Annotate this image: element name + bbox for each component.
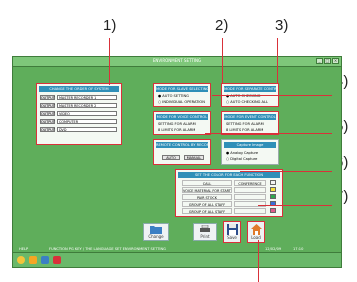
start-icon[interactable] — [17, 256, 25, 264]
event-control-panel: MODE FOR EVENT CONTROL SETTING FOR ALARM… — [221, 111, 279, 135]
color-row-value-4 — [234, 201, 266, 207]
app2-taskbar-icon[interactable] — [53, 256, 61, 264]
separate-option-2-label: AUTO CHECKING ALL — [230, 100, 269, 104]
color-row-value-3 — [234, 194, 266, 200]
callout-line-6 — [240, 171, 332, 172]
color-swatch-1[interactable] — [270, 180, 276, 185]
slave-option-individual[interactable]: ○ INDIVIDUAL OPERATION — [158, 99, 205, 105]
order-select-5[interactable]: DVD — [57, 127, 117, 132]
callout-line-2 — [222, 38, 223, 83]
slave-option-individual-label: INDIVIDUAL OPERATION — [162, 100, 205, 104]
change-button[interactable]: Change — [143, 223, 169, 241]
color-row-label-1: CALL — [182, 180, 232, 186]
color-row-label-5: GROUP OF ALL STAFF — [182, 208, 232, 214]
color-panel-header: SET THE COLOR FOR EACH FUNCTION — [178, 172, 280, 178]
slave-option-auto-label: AUTO SETTING — [162, 94, 189, 98]
function-color-panel: SET THE COLOR FOR EACH FUNCTION CALL CON… — [175, 169, 283, 217]
slave-panel-header: MODE FOR SLAVE SELECTING — [156, 86, 208, 92]
callout-line-4 — [212, 95, 332, 96]
output-button-1[interactable]: OUTPUT — [40, 95, 55, 100]
slave-selecting-panel: MODE FOR SLAVE SELECTING ● AUTO SETTING … — [153, 83, 211, 107]
color-row-value-5 — [234, 208, 266, 214]
minimize-button[interactable]: _ — [316, 58, 323, 64]
output-button-3[interactable]: OUTPUT — [40, 111, 55, 116]
save-button-label: Save — [227, 235, 237, 240]
event-panel-header: MODE FOR EVENT CONTROL — [224, 114, 276, 120]
save-button[interactable]: Save — [223, 221, 241, 243]
capture-analog-label: Analog Capture — [230, 151, 259, 155]
printer-icon — [200, 225, 210, 232]
load-button-label: Load — [251, 235, 261, 240]
capture-digital-label: Digital Capture — [230, 157, 258, 161]
order-select-3[interactable]: VIDEO — [57, 111, 117, 116]
color-row-value-1: CONFERENCE — [234, 180, 266, 186]
callout-line-3 — [277, 38, 278, 83]
order-select-2[interactable]: MASTER RECORDER 2 — [57, 103, 117, 108]
remote-manual-button[interactable]: MANUAL — [184, 155, 204, 160]
color-swatch-3[interactable] — [270, 194, 276, 199]
callout-line-7-vertical — [258, 240, 259, 282]
maximize-button[interactable]: □ — [324, 58, 331, 64]
color-swatch-5[interactable] — [270, 208, 276, 213]
callout-line-1 — [109, 38, 110, 85]
floppy-disk-icon — [226, 224, 238, 235]
color-row-label-2: VOICE MATERIAL FOR STARTING — [182, 187, 232, 193]
environment-settings-window: ENVIRONMENT SETTING _ □ × CHANGE THE ORD… — [12, 56, 342, 268]
remote-control-panel: REMOTE CONTROL BY RECORDER AUTO MANUAL — [153, 139, 211, 165]
print-button-label: Print — [200, 234, 210, 239]
callout-line-5 — [205, 133, 332, 134]
order-select-1[interactable]: MASTER RECORDER 1 — [57, 95, 117, 100]
change-button-label: Change — [148, 234, 164, 239]
app-taskbar-icon[interactable] — [41, 256, 49, 264]
close-button[interactable]: × — [332, 58, 339, 64]
window-title: ENVIRONMENT SETTING — [152, 58, 202, 63]
color-row-value-2 — [234, 187, 266, 193]
order-select-4[interactable]: COMPUTER — [57, 119, 117, 124]
print-button[interactable]: Print — [193, 223, 217, 241]
color-row-label-3: PAIR STOCK — [182, 194, 232, 200]
capture-header: Capture Image — [224, 142, 276, 148]
folder-taskbar-icon[interactable] — [29, 256, 37, 264]
voice-line-2: 8 LIMITS FOR ALARM — [158, 128, 196, 132]
order-of-system-panel: CHANGE THE ORDER OF SYSTEM OUTPUT MASTER… — [36, 83, 122, 145]
output-button-5[interactable]: OUTPUT — [40, 127, 55, 132]
capture-option-digital[interactable]: ○ Digital Capture — [226, 156, 257, 162]
color-swatch-2[interactable] — [270, 187, 276, 192]
output-button-4[interactable]: OUTPUT — [40, 119, 55, 124]
load-button[interactable]: Load — [247, 221, 265, 243]
color-row-label-4: GROUP OF ALL STAFF — [182, 201, 232, 207]
remote-panel-label: REMOTE CONTROL BY RECORDER — [156, 142, 208, 148]
voice-control-panel: MODE FOR VOICE CONTROL SETTING FOR ALARM… — [153, 111, 211, 135]
taskbar — [13, 252, 341, 267]
remote-auto-button[interactable]: AUTO — [162, 155, 180, 160]
folder-icon — [150, 226, 162, 234]
callout-label-2: 2) — [215, 17, 229, 34]
voice-panel-header: MODE FOR VOICE CONTROL — [156, 114, 208, 120]
separate-option-2[interactable]: ○ AUTO CHECKING ALL — [226, 99, 268, 105]
title-bar: ENVIRONMENT SETTING _ □ × — [13, 57, 341, 67]
callout-label-1: 1) — [103, 17, 117, 34]
callout-label-3: 3) — [275, 17, 289, 34]
order-panel-header: CHANGE THE ORDER OF SYSTEM — [39, 86, 119, 92]
callout-line-7 — [258, 205, 332, 206]
output-button-2[interactable]: OUTPUT — [40, 103, 55, 108]
house-icon — [250, 224, 262, 235]
capture-image-panel: Capture Image ● Analog Capture ○ Digital… — [221, 139, 279, 165]
separate-panel-header: MODE FOR SEPARATE CONTROL — [224, 86, 276, 92]
